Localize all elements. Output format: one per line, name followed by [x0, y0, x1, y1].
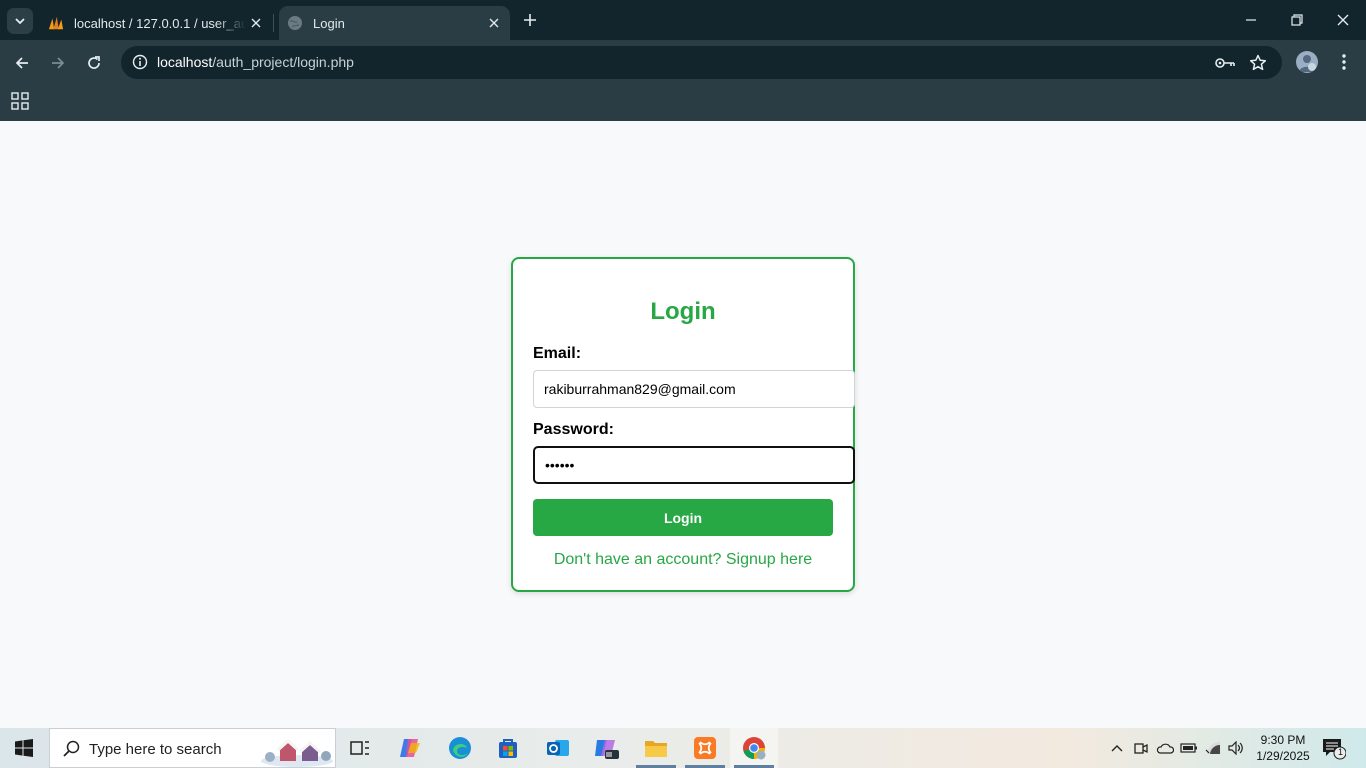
plus-icon — [524, 14, 536, 26]
email-field[interactable]: rakiburrahman829@gmail.com — [533, 370, 855, 408]
close-icon — [1337, 14, 1349, 26]
windows-logo-icon — [15, 739, 33, 757]
tab-login[interactable]: Login — [279, 6, 510, 40]
onedrive-icon[interactable] — [1155, 738, 1175, 758]
back-button[interactable] — [8, 49, 36, 77]
m365-button[interactable] — [582, 728, 630, 768]
battery-icon[interactable] — [1179, 738, 1199, 758]
start-button[interactable] — [0, 728, 48, 768]
tab-phpmyadmin[interactable]: localhost / 127.0.0.1 / user_auth — [40, 6, 272, 40]
xampp-button[interactable] — [681, 728, 729, 768]
copilot-icon — [400, 739, 420, 757]
outlook-icon — [547, 740, 569, 756]
xampp-icon — [694, 737, 716, 759]
bookmark-star-icon[interactable] — [1247, 52, 1269, 74]
chevron-up-icon — [1111, 745, 1123, 752]
chevron-down-icon — [15, 18, 25, 25]
forward-button[interactable] — [44, 49, 72, 77]
restore-button[interactable] — [1274, 0, 1320, 40]
chrome-button[interactable] — [730, 728, 778, 768]
tab-search-button[interactable] — [7, 8, 33, 34]
browser-toolbar: localhost/auth_project/login.php — [0, 40, 1366, 86]
wifi-icon[interactable] — [1203, 738, 1223, 758]
outlook-button[interactable] — [534, 728, 582, 768]
reload-button[interactable] — [80, 49, 108, 77]
login-card: Login Email: rakiburrahman829@gmail.com … — [511, 257, 855, 592]
copilot-button[interactable] — [386, 728, 434, 768]
file-explorer-button[interactable] — [632, 728, 680, 768]
url-path: /auth_project/login.php — [212, 54, 354, 70]
windows-taskbar: Type here to search 9:30 PM 1/29/2025 1 — [0, 728, 1366, 768]
bookmarks-bar — [0, 86, 1366, 121]
close-window-button[interactable] — [1320, 0, 1366, 40]
volume-icon[interactable] — [1226, 738, 1246, 758]
taskbar-search[interactable]: Type here to search — [49, 728, 336, 768]
minimize-button[interactable] — [1228, 0, 1274, 40]
store-button[interactable] — [484, 728, 532, 768]
taskbar-clock[interactable]: 9:30 PM 1/29/2025 — [1250, 732, 1316, 764]
signup-link[interactable]: Don't have an account? Signup here — [513, 551, 853, 569]
password-key-icon[interactable] — [1214, 52, 1236, 74]
clock-time: 9:30 PM — [1260, 733, 1306, 747]
chrome-icon — [743, 737, 766, 760]
close-tab-icon[interactable] — [246, 13, 266, 33]
tab-title: Login — [313, 15, 345, 31]
file-explorer-icon — [645, 741, 667, 757]
tab-strip: localhost / 127.0.0.1 / user_auth Login — [0, 0, 1366, 40]
apps-grid-icon[interactable] — [11, 92, 29, 110]
login-button[interactable]: Login — [533, 499, 833, 536]
notification-center-button[interactable]: 1 — [1322, 738, 1347, 760]
close-tab-icon[interactable] — [484, 13, 504, 33]
more-vert-icon — [1342, 54, 1346, 70]
search-placeholder: Type here to search — [89, 741, 222, 758]
show-hidden-icons-button[interactable] — [1107, 738, 1127, 758]
new-tab-button[interactable] — [519, 9, 541, 31]
password-field[interactable]: •••••• — [533, 446, 855, 484]
arrow-left-icon — [15, 57, 28, 69]
tab-divider — [273, 14, 274, 32]
reload-icon — [88, 56, 100, 69]
task-view-button[interactable] — [336, 728, 384, 768]
site-info-icon[interactable] — [129, 51, 151, 73]
browser-menu-button[interactable] — [1333, 51, 1355, 73]
email-label: Email: — [533, 345, 582, 362]
address-bar[interactable]: localhost/auth_project/login.php — [121, 46, 1282, 79]
m365-icon — [595, 740, 619, 759]
edge-icon — [449, 737, 471, 759]
profile-avatar[interactable] — [1296, 51, 1318, 73]
restore-icon — [1291, 14, 1303, 26]
login-heading: Login — [650, 298, 716, 325]
tab-title: localhost / 127.0.0.1 / user_auth — [74, 15, 246, 31]
winter-scene-icon — [261, 738, 333, 767]
clock-date: 1/29/2025 — [1256, 749, 1310, 763]
phpmyadmin-icon — [48, 15, 64, 31]
password-label: Password: — [533, 421, 614, 438]
edge-button[interactable] — [436, 728, 484, 768]
store-icon — [499, 739, 517, 758]
arrow-right-icon — [52, 57, 65, 69]
notification-count-badge: 1 — [1337, 747, 1343, 757]
url-text: localhost/auth_project/login.php — [157, 54, 354, 70]
search-icon — [63, 740, 80, 757]
task-view-icon — [350, 741, 369, 755]
meet-now-icon[interactable] — [1131, 738, 1151, 758]
globe-icon — [287, 15, 303, 31]
url-host: localhost — [157, 54, 213, 70]
page-viewport: Login Email: rakiburrahman829@gmail.com … — [0, 121, 1366, 728]
minimize-icon — [1246, 19, 1256, 21]
